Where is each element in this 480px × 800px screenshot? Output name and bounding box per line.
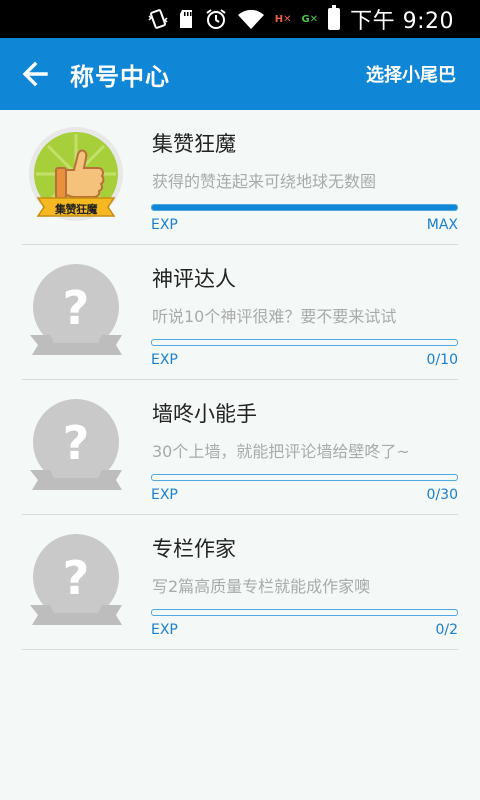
thumbs-up-badge-icon: 集赞狂魔	[28, 126, 124, 232]
exp-value: MAX	[426, 217, 458, 233]
battery-icon	[328, 5, 341, 30]
exp-progress-bar	[151, 339, 458, 346]
exp-progress-bar	[151, 609, 458, 616]
exp-label: EXP	[151, 352, 178, 368]
title-description: 获得的赞连起来可绕地球无数圈	[152, 172, 377, 191]
exp-label: EXP	[151, 622, 178, 638]
app-bar: 称号中心 选择小尾巴	[0, 38, 480, 110]
status-bar: H ✕ G ✕ 下午 9:20	[0, 0, 480, 38]
title-description: 30个上墙，就能把评论墙给壁咚了~	[152, 442, 410, 461]
locked-badge-icon: ?	[28, 396, 124, 502]
svg-text:?: ?	[63, 551, 90, 605]
list-item[interactable]: 集赞狂魔 集赞狂魔 获得的赞连起来可绕地球无数圈 EXP MAX	[22, 110, 458, 245]
exp-label: EXP	[151, 217, 178, 233]
exp-value: 0/2	[435, 622, 458, 638]
vibrate-icon	[147, 8, 169, 30]
exp-value: 0/30	[426, 487, 458, 503]
select-tail-button[interactable]: 选择小尾巴	[366, 38, 456, 110]
arrow-left-icon	[22, 61, 48, 87]
page-title: 称号中心	[70, 62, 170, 91]
back-button[interactable]	[0, 38, 70, 110]
badge-label: 集赞狂魔	[55, 203, 98, 216]
list-item[interactable]: ? 神评达人 听说10个神评很难？要不要来试试 EXP 0/10	[22, 245, 458, 380]
locked-badge-icon: ?	[28, 261, 124, 367]
exp-progress-fill	[152, 205, 457, 210]
svg-text:?: ?	[63, 281, 90, 335]
exp-label: EXP	[151, 487, 178, 503]
title-description: 听说10个神评很难？要不要来试试	[152, 307, 397, 326]
locked-badge-icon: ?	[28, 531, 124, 637]
signal-2-label: G	[301, 13, 310, 25]
title-description: 写2篇高质量专栏就能成作家噢	[152, 577, 371, 596]
alarm-icon	[205, 8, 227, 30]
list-item[interactable]: ? 墙咚小能手 30个上墙，就能把评论墙给壁咚了~ EXP 0/30	[22, 380, 458, 515]
status-time: 下午 9:20	[350, 9, 454, 34]
title-list: 集赞狂魔 集赞狂魔 获得的赞连起来可绕地球无数圈 EXP MAX ? 神评达人 …	[0, 110, 480, 650]
signal-off-icon: H ✕	[274, 13, 292, 25]
title-name: 墙咚小能手	[152, 402, 257, 426]
exp-progress-bar	[151, 474, 458, 481]
sd-card-icon	[179, 9, 195, 29]
svg-text:?: ?	[63, 416, 90, 470]
wifi-icon	[237, 8, 265, 30]
title-name: 专栏作家	[152, 537, 236, 561]
signal-g-icon: G ✕	[301, 13, 319, 25]
exp-progress-bar	[151, 204, 458, 211]
signal-1-label: H	[274, 13, 284, 25]
list-item[interactable]: ? 专栏作家 写2篇高质量专栏就能成作家噢 EXP 0/2	[22, 515, 458, 650]
exp-value: 0/10	[426, 352, 458, 368]
title-name: 神评达人	[152, 267, 236, 291]
title-name: 集赞狂魔	[152, 132, 236, 156]
